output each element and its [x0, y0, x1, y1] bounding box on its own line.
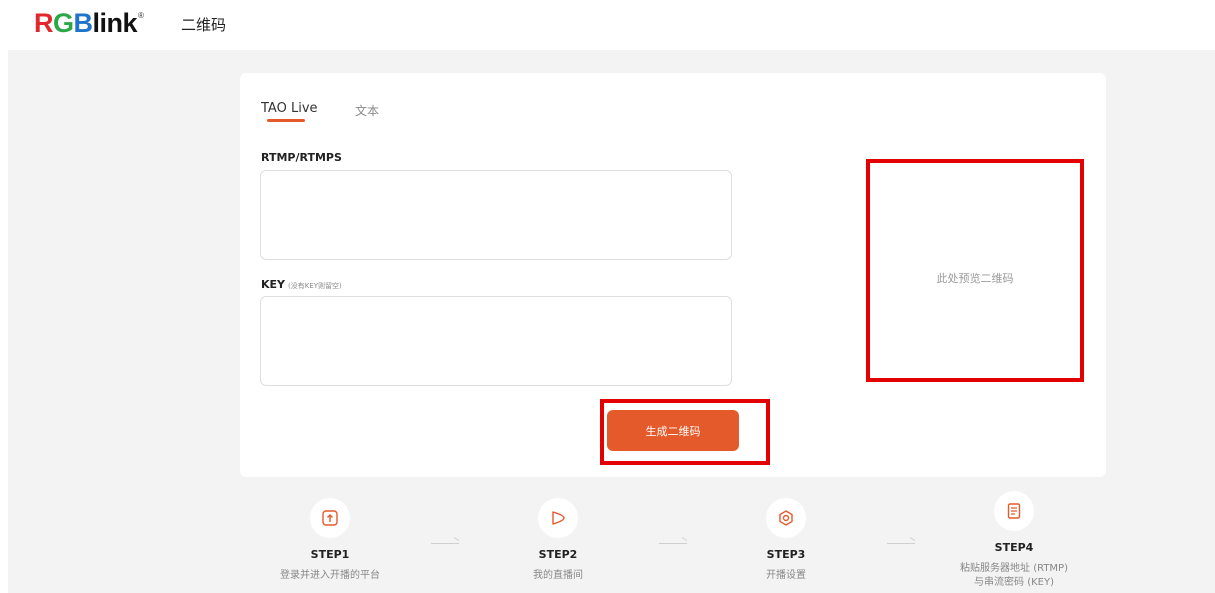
arrow-icon [887, 543, 915, 544]
generate-qr-button[interactable]: 生成二维码 [607, 410, 739, 451]
key-label: KEY (没有KEY则留空) [261, 278, 342, 291]
page-title: 二维码 [181, 16, 227, 34]
app-header: R G B link ® 二维码 [0, 0, 1215, 50]
document-icon [994, 491, 1034, 531]
key-label-text: KEY [261, 278, 286, 291]
step3-desc: 开播设置 [766, 570, 806, 581]
step2-title: STEP2 [538, 548, 578, 561]
step1-desc: 登录并进入开播的平台 [280, 570, 380, 581]
step4-desc-line1: 粘贴服务器地址 (RTMP) [960, 563, 1068, 574]
step3-title: STEP3 [766, 548, 806, 561]
live-icon [538, 498, 578, 538]
step4-title: STEP4 [994, 541, 1034, 554]
step4-desc-line2: 与串流密码 (KEY) [974, 577, 1054, 588]
settings-icon [766, 498, 806, 538]
arrow-icon [431, 543, 459, 544]
rtmp-input[interactable] [260, 170, 732, 260]
arrow-icon [659, 543, 687, 544]
upload-icon [310, 498, 350, 538]
tab-text[interactable]: 文本 [355, 102, 379, 119]
tab-tao-live[interactable]: TAO Live [261, 101, 318, 116]
step1-title: STEP1 [310, 548, 350, 561]
key-input[interactable] [260, 296, 732, 386]
active-tab-indicator [267, 119, 305, 122]
rtmp-label: RTMP/RTMPS [261, 151, 342, 164]
key-hint: (没有KEY则留空) [288, 282, 342, 290]
rgblink-logo: R G B link ® [34, 8, 144, 38]
step2-desc: 我的直播间 [533, 570, 583, 581]
qr-preview-placeholder: 此处预览二维码 [936, 272, 1014, 285]
